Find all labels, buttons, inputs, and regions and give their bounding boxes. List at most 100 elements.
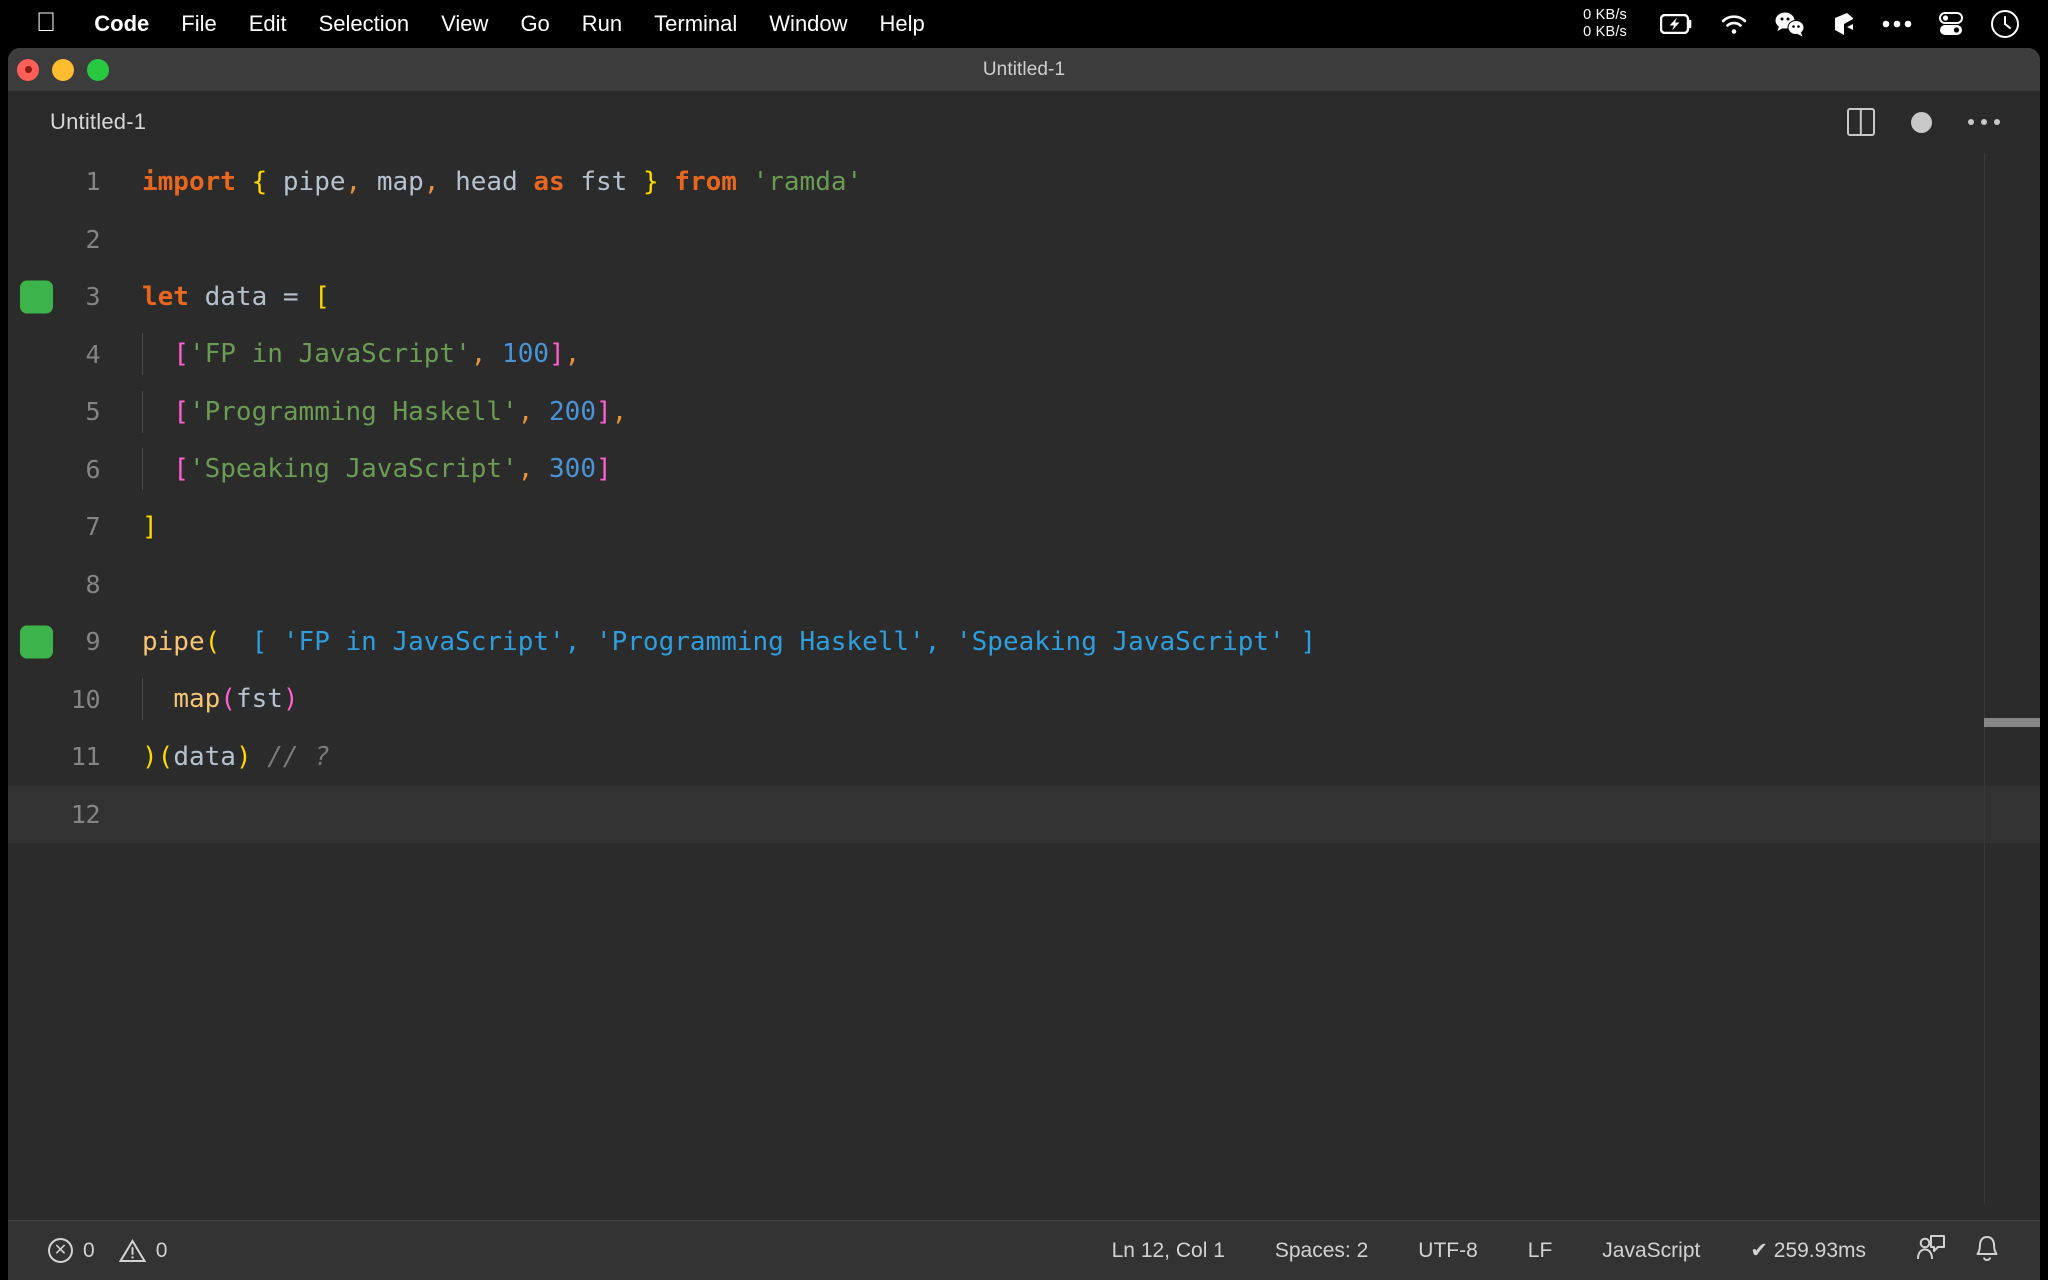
- unsaved-dot-icon: [1911, 111, 1932, 133]
- token: ): [282, 684, 299, 715]
- vscode-window: Untitled-1 Untitled-1 1 import { pipe, ma…: [8, 48, 2040, 1280]
- code-line-11[interactable]: 11)(data) // ?: [8, 728, 2040, 786]
- code-line-2[interactable]: 2: [8, 211, 2040, 269]
- code-line-9[interactable]: 9 pipe( [ 'FP in JavaScript', 'Programmin…: [8, 613, 2040, 671]
- code-text: map(fst): [142, 678, 2040, 721]
- window-title-bar: Untitled-1: [8, 48, 2040, 91]
- code-line-3[interactable]: 3 let data = [: [8, 268, 2040, 326]
- code-text: ]: [142, 512, 2040, 542]
- token: 'Speaking JavaScript': [188, 454, 518, 485]
- menu-item-code[interactable]: Code: [78, 11, 165, 37]
- token: 'ramda': [752, 166, 863, 197]
- code-text: ['Programming Haskell', 200],: [142, 390, 2040, 433]
- token: as: [533, 166, 565, 197]
- token: ): [142, 741, 158, 772]
- token: ,: [517, 454, 534, 485]
- tab-untitled-1[interactable]: Untitled-1: [8, 91, 173, 153]
- code-text: import { pipe, map, head as fst } from '…: [142, 167, 2040, 197]
- apple-logo-icon[interactable]: : [36, 8, 56, 36]
- indent-guide: [142, 448, 143, 491]
- line-number: 8: [85, 569, 100, 599]
- token: import: [142, 166, 236, 197]
- wechat-icon[interactable]: [1774, 11, 1806, 37]
- menu-item-selection[interactable]: Selection: [303, 11, 426, 37]
- line-number: 11: [70, 742, 101, 772]
- error-circle-icon: ✕: [48, 1238, 73, 1263]
- code-line-12[interactable]: 12: [8, 785, 2040, 843]
- code-line-6[interactable]: 6 ['Speaking JavaScript', 300]: [8, 441, 2040, 499]
- notifications-bell-icon: [1974, 1234, 2000, 1268]
- menu-item-go[interactable]: Go: [504, 11, 565, 37]
- run-status[interactable]: ✔ 259.93ms: [1736, 1221, 1880, 1280]
- token: 100: [502, 339, 550, 370]
- token: // ?: [267, 741, 330, 772]
- tab-label: Untitled-1: [50, 109, 147, 134]
- toggles-control-icon[interactable]: [1938, 11, 1964, 37]
- shape-app-icon[interactable]: [1832, 11, 1856, 37]
- code-line-7[interactable]: 7]: [8, 498, 2040, 556]
- token: ,: [611, 396, 628, 427]
- code-line-5[interactable]: 5 ['Programming Haskell', 200],: [8, 383, 2040, 441]
- horizontal-scrollbar-thumb[interactable]: [1984, 718, 2040, 727]
- code-line-4[interactable]: 4 ['FP in JavaScript', 100],: [8, 326, 2040, 384]
- minimize-button[interactable]: [52, 58, 74, 81]
- split-editor-button[interactable]: [1829, 91, 1893, 153]
- code-line-8[interactable]: 8: [8, 556, 2040, 614]
- code-editor[interactable]: 1 import { pipe, map, head as fst } from …: [8, 153, 2040, 1204]
- token: map: [173, 684, 221, 715]
- more-actions-button[interactable]: [1950, 91, 2018, 153]
- feedback-button[interactable]: [1902, 1221, 1960, 1280]
- indent-guide: [142, 678, 143, 721]
- notifications-button[interactable]: [1960, 1221, 2014, 1280]
- menu-item-edit[interactable]: Edit: [233, 11, 303, 37]
- token: (: [220, 684, 236, 715]
- split-editor-icon: [1847, 108, 1875, 136]
- menu-item-file[interactable]: File: [165, 11, 232, 37]
- menu-item-run[interactable]: Run: [566, 11, 638, 37]
- token: map: [376, 166, 424, 197]
- window-title: Untitled-1: [982, 58, 1066, 80]
- code-line-1[interactable]: 1 import { pipe, map, head as fst } from …: [8, 153, 2040, 211]
- editor-tab-bar: Untitled-1: [8, 91, 2040, 153]
- eol-status[interactable]: LF: [1514, 1221, 1567, 1280]
- indent-guide: [142, 333, 143, 376]
- line-number: 5: [85, 397, 100, 427]
- token: [: [314, 281, 330, 312]
- code-text: ['FP in JavaScript', 100],: [142, 333, 2040, 376]
- menu-item-terminal[interactable]: Terminal: [638, 11, 753, 37]
- menu-item-window[interactable]: Window: [753, 11, 863, 37]
- line-number: 6: [85, 454, 100, 484]
- warning-triangle-icon: [118, 1238, 146, 1263]
- gutter-marker-icon[interactable]: [20, 280, 53, 314]
- unsaved-indicator-button[interactable]: [1893, 91, 1950, 153]
- ellipsis-icon[interactable]: [1882, 19, 1912, 29]
- language-mode-status[interactable]: JavaScript: [1588, 1221, 1714, 1280]
- indentation-status[interactable]: Spaces: 2: [1261, 1221, 1382, 1280]
- code-lines: 1 import { pipe, map, head as fst } from …: [8, 153, 2040, 843]
- wifi-icon[interactable]: [1720, 13, 1748, 35]
- token: data: [173, 741, 236, 772]
- menu-item-help[interactable]: Help: [864, 11, 941, 37]
- close-button[interactable]: [17, 58, 39, 81]
- token: data: [204, 281, 268, 312]
- code-line-10[interactable]: 10 map(fst): [8, 671, 2040, 729]
- maximize-button[interactable]: [87, 58, 109, 81]
- line-number: 12: [70, 799, 101, 829]
- token: ]: [595, 454, 612, 485]
- battery-charging-icon[interactable]: [1660, 14, 1694, 34]
- status-bar: ✕ 0 0 Ln 12, Col 1 Spaces: 2 UTF-8 LF Ja…: [8, 1220, 2040, 1280]
- control-center-clock-icon[interactable]: [1990, 9, 2020, 39]
- gutter-marker-icon[interactable]: [20, 625, 53, 659]
- line-number: 4: [85, 339, 100, 369]
- problems-status[interactable]: ✕ 0 0: [34, 1221, 181, 1280]
- token: from: [674, 166, 737, 197]
- cursor-position-status[interactable]: Ln 12, Col 1: [1098, 1221, 1239, 1280]
- encoding-status[interactable]: UTF-8: [1404, 1221, 1492, 1280]
- menu-item-view[interactable]: View: [425, 11, 504, 37]
